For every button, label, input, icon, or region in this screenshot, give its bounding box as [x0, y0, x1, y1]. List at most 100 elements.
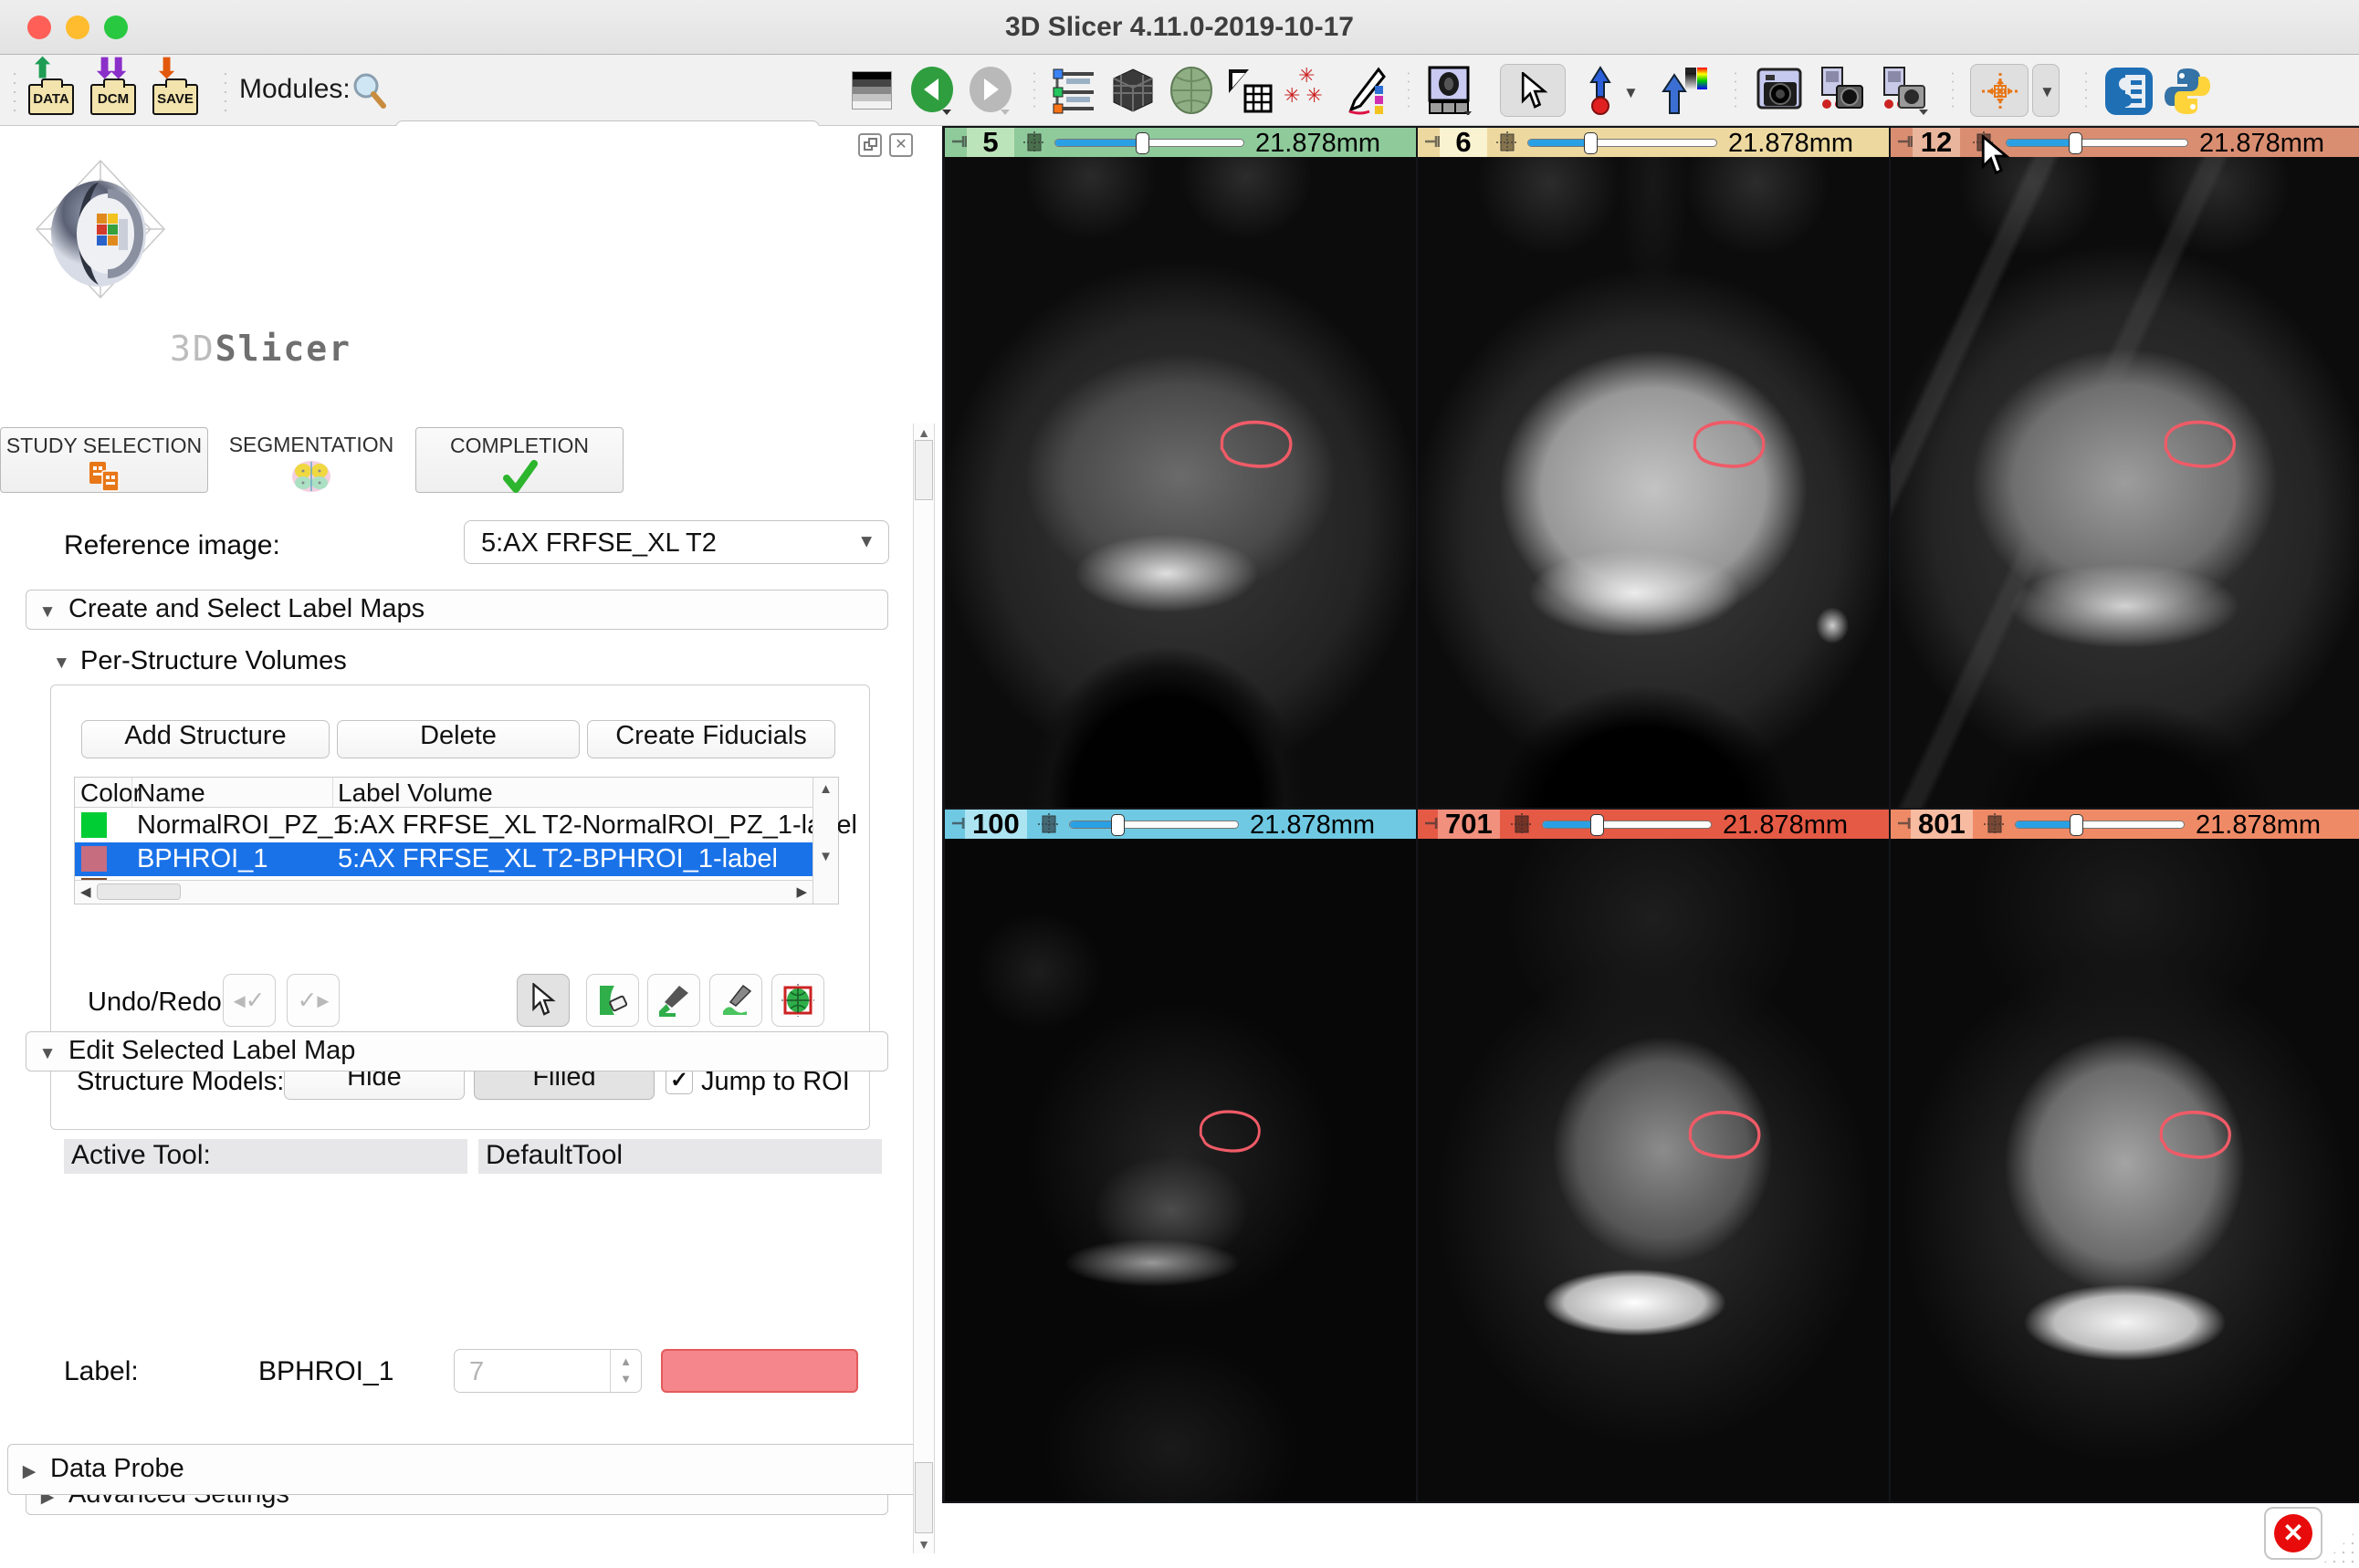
- slice-link-icon[interactable]: [1038, 813, 1060, 835]
- crosshair-dropdown-caret[interactable]: ▼: [2032, 64, 2060, 117]
- panel-scrollbar-lower-box[interactable]: [915, 1462, 933, 1533]
- spin-down-icon[interactable]: ▼: [611, 1372, 641, 1385]
- slice-view-compare1[interactable]: 100 21.878mm: [945, 810, 1416, 1501]
- module-search-icon[interactable]: [349, 69, 400, 119]
- spinbox-steppers[interactable]: ▲ ▼: [610, 1350, 641, 1392]
- panel-scrollbar-thumb[interactable]: [915, 440, 933, 500]
- toolbar-drag-handle[interactable]: [11, 69, 18, 111]
- erase-tool-button[interactable]: [586, 974, 639, 1027]
- annotations-icon[interactable]: [1342, 66, 1393, 115]
- create-fiducials-button[interactable]: Create Fiducials: [587, 720, 835, 758]
- python-console-icon[interactable]: [2162, 66, 2213, 115]
- undo-button[interactable]: ◂✓: [223, 974, 276, 1027]
- create-select-labelmaps-section[interactable]: ▼Create and Select Label Maps: [26, 590, 888, 630]
- place-fiducial-icon[interactable]: [1584, 66, 1620, 115]
- forward-icon[interactable]: [966, 66, 1017, 115]
- markups-icon[interactable]: ✳✳✳: [1284, 66, 1335, 115]
- structure-color-swatch[interactable]: [81, 812, 107, 838]
- extensions-icon[interactable]: [2103, 66, 2155, 115]
- slider-handle[interactable]: [1111, 814, 1125, 836]
- close-comparison-button[interactable]: ✕: [2264, 1507, 2322, 1560]
- toolbar-drag-handle[interactable]: [222, 69, 229, 111]
- slice-offset-slider[interactable]: [1542, 821, 1712, 829]
- scroll-right-icon[interactable]: ▶: [796, 883, 807, 900]
- mri-image[interactable]: [1891, 157, 2359, 808]
- slider-handle[interactable]: [1590, 814, 1604, 836]
- mri-image[interactable]: [1418, 157, 1889, 808]
- save-button[interactable]: ⬇ SAVE: [150, 60, 201, 119]
- grow-effect-tool-button[interactable]: [771, 974, 824, 1027]
- slice-view-slice4-top[interactable]: 12 21.878mm: [1891, 128, 2359, 808]
- default-tool-button[interactable]: [517, 974, 570, 1027]
- column-header-label-volume[interactable]: Label Volume: [338, 779, 493, 808]
- slice-link-icon[interactable]: [1984, 813, 2006, 835]
- scene-restore-icon[interactable]: [1879, 66, 1930, 115]
- scene-view-icon[interactable]: [1817, 66, 1868, 115]
- segmentation-module-icon[interactable]: [1167, 66, 1218, 115]
- scroll-down-icon[interactable]: ▼: [813, 849, 838, 864]
- data-probe-section[interactable]: ▶Data Probe: [7, 1444, 935, 1495]
- undock-panel-icon[interactable]: [858, 133, 882, 157]
- redo-button[interactable]: ✓▸: [287, 974, 340, 1027]
- mouse-interaction-button[interactable]: [1500, 64, 1566, 117]
- label-color-button[interactable]: [661, 1349, 858, 1393]
- slice-link-icon[interactable]: [1496, 131, 1518, 153]
- column-header-name[interactable]: Name: [137, 779, 205, 808]
- tab-segmentation[interactable]: SEGMENTATION: [210, 427, 413, 493]
- volume-display-icon[interactable]: [1660, 66, 1711, 115]
- table-row-selected[interactable]: BPHROI_1 5:AX FRFSE_XL T2-BPHROI_1-label: [75, 842, 813, 876]
- slice-view-yellow-top[interactable]: 6 21.878mm: [1418, 128, 1889, 808]
- crop-volume-icon[interactable]: [1225, 66, 1276, 115]
- spin-up-icon[interactable]: ▲: [611, 1354, 641, 1368]
- slider-handle[interactable]: [2070, 814, 2083, 836]
- slice-view-red-top[interactable]: 5 21.878mm: [945, 128, 1416, 808]
- slice-view-compare3[interactable]: 801 21.878mm: [1891, 810, 2359, 1501]
- slice-link-icon[interactable]: [1023, 131, 1045, 153]
- edit-selected-labelmap-section[interactable]: ▼Edit Selected Label Map: [26, 1031, 888, 1071]
- table-horizontal-scrollbar[interactable]: ◀ ▶: [75, 880, 813, 904]
- crosshair-button[interactable]: [1970, 64, 2029, 117]
- add-structure-button[interactable]: Add Structure: [81, 720, 330, 758]
- mri-image[interactable]: [945, 839, 1416, 1501]
- dicom-button[interactable]: ⬇⬇ DCM: [88, 60, 139, 119]
- paint-tool-button[interactable]: [647, 974, 700, 1027]
- structure-color-swatch[interactable]: [81, 846, 107, 872]
- tab-study-selection[interactable]: STUDY SELECTION: [0, 427, 208, 493]
- volume-rendering-icon[interactable]: [1108, 66, 1159, 115]
- reference-image-combobox[interactable]: 5:AX FRFSE_XL T2 ▼: [464, 520, 889, 564]
- panel-scrollbar[interactable]: ▲ ▼: [913, 423, 935, 1553]
- slider-handle[interactable]: [1136, 132, 1149, 154]
- mri-image[interactable]: [945, 157, 1416, 808]
- mri-image[interactable]: [1418, 839, 1889, 1501]
- slice-offset-slider[interactable]: [2015, 821, 2185, 829]
- scroll-up-icon[interactable]: ▲: [813, 781, 838, 797]
- slice-offset-slider[interactable]: [1527, 139, 1717, 147]
- hscroll-thumb[interactable]: [97, 883, 181, 900]
- table-vertical-scrollbar[interactable]: ▲ ▼: [813, 778, 838, 904]
- delete-structure-button[interactable]: Delete: [337, 720, 580, 758]
- screenshot-layout-icon[interactable]: [1424, 66, 1475, 115]
- capture-camera-icon[interactable]: [1755, 66, 1806, 115]
- slice-view-compare2[interactable]: 701 21.878mm: [1418, 810, 1889, 1501]
- load-data-button[interactable]: ⬆ DATA: [26, 60, 77, 119]
- scroll-up-icon[interactable]: ▲: [914, 425, 934, 440]
- scroll-left-icon[interactable]: ◀: [80, 883, 91, 900]
- window-level-icon[interactable]: [852, 71, 903, 120]
- slice-offset-slider[interactable]: [1054, 139, 1244, 147]
- close-panel-icon[interactable]: ✕: [889, 133, 913, 157]
- slider-handle[interactable]: [2069, 132, 2082, 154]
- slider-handle[interactable]: [1584, 132, 1598, 154]
- table-row[interactable]: NormalROI_PZ_1 5:AX FRFSE_XL T2-NormalRO…: [75, 809, 813, 842]
- slice-offset-slider[interactable]: [1069, 821, 1239, 829]
- mri-image[interactable]: [1891, 839, 2359, 1501]
- scroll-down-icon[interactable]: ▼: [914, 1537, 934, 1552]
- slice-offset-slider[interactable]: [2006, 139, 2188, 147]
- back-icon[interactable]: [907, 66, 959, 115]
- slice-link-icon[interactable]: [1511, 813, 1533, 835]
- collapse-arrow-icon[interactable]: ▼: [53, 653, 70, 674]
- subject-hierarchy-icon[interactable]: [1050, 66, 1101, 115]
- draw-tool-button[interactable]: [709, 974, 762, 1027]
- window-resize-grip[interactable]: [2321, 1530, 2357, 1566]
- tab-completion[interactable]: COMPLETION: [415, 427, 624, 493]
- label-value-spinbox[interactable]: 7 ▲ ▼: [454, 1349, 642, 1393]
